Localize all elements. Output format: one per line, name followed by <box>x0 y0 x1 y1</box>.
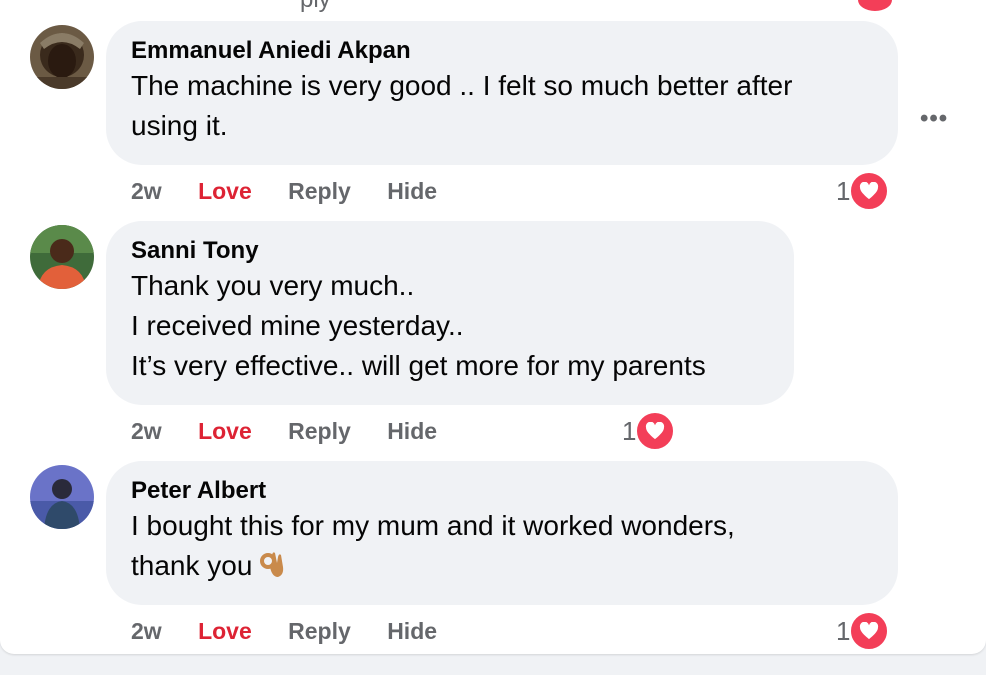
reaction-summary[interactable]: 1 <box>622 410 677 452</box>
heart-icon <box>634 410 677 452</box>
reply-button[interactable]: Reply <box>288 618 351 645</box>
avatar[interactable] <box>30 25 94 89</box>
avatar[interactable] <box>30 225 94 289</box>
heart-icon <box>848 170 891 212</box>
comment-timestamp[interactable]: 2w <box>131 418 162 445</box>
comment-timestamp[interactable]: 2w <box>131 618 162 645</box>
comment-text-line: I bought this for my mum and it worked w… <box>131 510 735 541</box>
comment-text-line: The machine is very good .. I felt so mu… <box>131 70 793 101</box>
ok-hand-icon <box>258 549 286 590</box>
comment-actions: 2w Love Reply Hide <box>131 418 467 445</box>
reaction-summary[interactable]: 1 <box>836 170 891 212</box>
partial-reply-link[interactable]: ply <box>300 0 331 14</box>
comment-bubble: Peter Albert I bought this for my mum an… <box>106 461 898 605</box>
comment-actions: 2w Love Reply Hide <box>131 178 467 205</box>
heart-icon <box>848 610 891 652</box>
comment-actions: 2w Love Reply Hide <box>131 618 467 645</box>
comment-timestamp[interactable]: 2w <box>131 178 162 205</box>
love-button[interactable]: Love <box>198 418 252 445</box>
comment-bubble: Sanni Tony Thank you very much.. I recei… <box>106 221 794 405</box>
comment-text-line: Thank you very much.. <box>131 270 415 301</box>
reply-button[interactable]: Reply <box>288 418 351 445</box>
comment-author[interactable]: Emmanuel Aniedi Akpan <box>131 36 873 66</box>
love-button[interactable]: Love <box>198 178 252 205</box>
comment-author[interactable]: Sanni Tony <box>131 236 769 266</box>
hide-button[interactable]: Hide <box>387 418 437 445</box>
partial-heart-icon <box>855 0 895 14</box>
avatar[interactable] <box>30 465 94 529</box>
reply-button[interactable]: Reply <box>288 178 351 205</box>
hide-button[interactable]: Hide <box>387 618 437 645</box>
comment-text-line: thank you <box>131 546 873 590</box>
love-button[interactable]: Love <box>198 618 252 645</box>
more-options-icon[interactable]: ••• <box>920 105 948 133</box>
reaction-summary[interactable]: 1 <box>836 610 891 652</box>
comment-author[interactable]: Peter Albert <box>131 476 873 506</box>
comment-bubble: Emmanuel Aniedi Akpan The machine is ver… <box>106 21 898 165</box>
comment-text-line: I received mine yesterday.. <box>131 310 464 341</box>
comment-text-line: It’s very effective.. will get more for … <box>131 350 706 381</box>
comment-text-line: using it. <box>131 110 228 141</box>
comments-panel: ply Emmanuel Aniedi Akpan The machine is… <box>0 0 986 654</box>
hide-button[interactable]: Hide <box>387 178 437 205</box>
